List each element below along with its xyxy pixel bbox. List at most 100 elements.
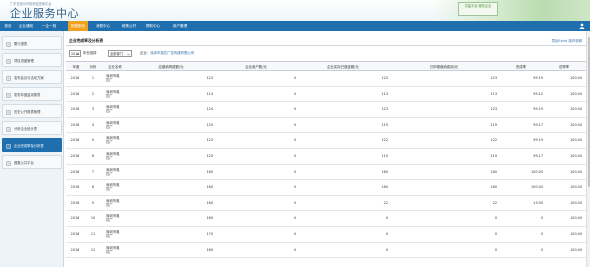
nav-item[interactable]: 用户管理 — [166, 21, 194, 31]
table-cell: 160 — [206, 200, 213, 205]
table-cell: 8 — [91, 185, 95, 190]
sidebar-item-label: 项目进度管理 — [14, 59, 34, 63]
table-cell: 160 — [490, 169, 497, 174]
scrollbar[interactable] — [586, 31, 590, 267]
nav-item[interactable]: 政策公开 — [118, 21, 140, 31]
table-cell: 0 — [293, 216, 296, 221]
document-icon — [6, 143, 11, 149]
year-select[interactable]: 2016 — [69, 50, 81, 57]
table-cell: 123 — [490, 107, 497, 112]
table-cell: 22 — [492, 200, 497, 205]
sidebar-item-label: 分析企业统计表 — [14, 127, 38, 131]
company-name-cell: 深圳市奥匹广 — [106, 120, 120, 129]
document-icon — [6, 126, 11, 132]
table-cell: 99.12 — [533, 91, 543, 96]
table-row: 2016 11 深圳市奥匹广 170 0 0 0 0 100.00 — [66, 227, 588, 243]
sidebar-item[interactable]: 企业完成率及分析表 — [2, 138, 62, 152]
table-cell: 100.00 — [570, 76, 582, 80]
company-filter[interactable]: 企业：深圳市奥匹广告传媒有限公司 — [140, 50, 194, 57]
nav-item[interactable]: 首页 — [2, 21, 14, 31]
table-row: 2016 3 深圳市奥匹广 124 0 123 123 99.19 100.00 — [66, 102, 588, 118]
table-cell: 2016 — [70, 216, 80, 221]
sidebar-item-label: 企业完成率及分析表 — [14, 144, 44, 148]
company-name-link[interactable]: 深圳市奥匹广告传媒有限公司 — [150, 51, 194, 55]
table-cell: 122 — [381, 138, 388, 143]
table-cell: 2 — [91, 91, 95, 96]
company-name-cell: 深圳市奥匹广 — [106, 105, 120, 114]
table-cell: 160 — [490, 185, 497, 190]
table-cell: 100.00 — [570, 107, 582, 112]
table-cell: 100.00 — [570, 138, 582, 143]
table-cell: 99.19 — [533, 107, 543, 112]
sidebar-item[interactable]: 履行报表 — [2, 36, 62, 50]
table-cell: 0 — [293, 169, 296, 174]
header-banner: 广东省惠州市投资促进局平台 企业服务中心 共建平台 服务企业 — [0, 0, 590, 21]
department-select[interactable]: 全部部门 — [108, 50, 132, 57]
table-cell: 160 — [381, 169, 388, 174]
main-content: 企业完成率及分析表 导出Excel 操作说明 2016 年份选择 全部部门 企业… — [66, 35, 588, 267]
table-cell: 2016 — [70, 200, 80, 205]
document-icon — [6, 160, 11, 166]
table-cell: 113 — [490, 91, 497, 96]
table-cell: 0 — [540, 232, 543, 236]
table-cell: 123 — [490, 76, 497, 80]
table-cell: 113 — [381, 91, 388, 96]
sidebar-item[interactable]: 历史公开报表管理 — [2, 104, 62, 118]
table-cell: 119 — [490, 122, 497, 127]
table-cell: 1 — [91, 76, 95, 80]
sidebar-item[interactable]: 发布年度监测报表 — [2, 87, 62, 101]
table-cell: 99.19 — [533, 138, 543, 143]
nav-item[interactable]: 帮助中心 — [142, 21, 164, 31]
table-cell: 123 — [206, 138, 213, 143]
divider — [66, 45, 588, 46]
table-cell: 0 — [293, 200, 296, 205]
table-cell: 99.17 — [533, 122, 543, 127]
table-cell: 11 — [90, 232, 96, 236]
document-icon — [6, 58, 11, 64]
nav-item[interactable]: 一企一档 — [38, 21, 60, 31]
document-icon — [6, 41, 11, 47]
sidebar-item[interactable]: 发布会议与活动方案 — [2, 70, 62, 84]
sidebar-item[interactable]: 报数公共平台 — [2, 155, 62, 169]
table-cell: 13.90 — [533, 200, 543, 205]
nav-item[interactable]: 消费中心 — [92, 21, 114, 31]
table-cell: 100.00 — [570, 200, 582, 205]
table-cell: 100.00 — [570, 185, 582, 190]
table-cell: 0 — [494, 247, 497, 252]
table-cell: 0 — [385, 247, 388, 252]
sidebar-item-label: 历史公开报表管理 — [14, 110, 41, 114]
table-cell: 0 — [494, 232, 497, 236]
table-cell: 160 — [206, 185, 213, 190]
department-select-value: 全部部门 — [110, 52, 124, 56]
table-cell: 7 — [91, 169, 95, 174]
table-cell: 160 — [206, 247, 213, 252]
table-cell: 0 — [293, 138, 296, 143]
table-cell: 3 — [91, 107, 95, 112]
table-cell: 122 — [490, 138, 497, 143]
table-cell: 22 — [383, 200, 388, 205]
header-decoration — [430, 0, 590, 21]
table-row: 2016 1 深圳市奥匹广 123 0 123 123 99.19 100.00 — [66, 71, 588, 87]
sidebar-item[interactable]: 分析企业统计表 — [2, 121, 62, 135]
table-row: 2016 6 深圳市奥匹广 120 0 119 119 99.17 100.00 — [66, 149, 588, 165]
nav-item[interactable]: 数据服务 — [68, 21, 88, 31]
table-cell: 119 — [381, 122, 388, 127]
table-cell: 2016 — [70, 91, 80, 96]
company-name-cell: 深圳市奥匹广 — [106, 230, 120, 238]
nav-item[interactable]: 企业通知 — [16, 21, 36, 31]
table-row: 2016 12 深圳市奥匹广 160 0 0 0 0 100.00 — [66, 243, 588, 259]
year-select-label: 年份选择 — [83, 51, 97, 55]
user-icon[interactable] — [579, 23, 585, 29]
table-cell: 100.00 — [570, 216, 582, 221]
table-row: 2016 5 深圳市奥匹广 123 0 122 122 99.19 100.00 — [66, 133, 588, 149]
table-cell: 0 — [540, 247, 543, 252]
table-cell: 12 — [90, 247, 96, 252]
table-cell: 0 — [293, 247, 296, 252]
table-row: 2016 7 深圳市奥匹广 160 0 160 160 100.00 100.00 — [66, 165, 588, 181]
table-cell: 2016 — [70, 122, 80, 127]
table-cell: 124 — [206, 107, 213, 112]
table-row: 2016 8 深圳市奥匹广 160 0 160 160 100.00 100.00 — [66, 180, 588, 196]
table-cell: 2016 — [70, 169, 80, 174]
export-excel-button[interactable]: 导出Excel 操作说明 — [552, 38, 582, 43]
sidebar-item-label: 发布会议与活动方案 — [14, 76, 44, 80]
